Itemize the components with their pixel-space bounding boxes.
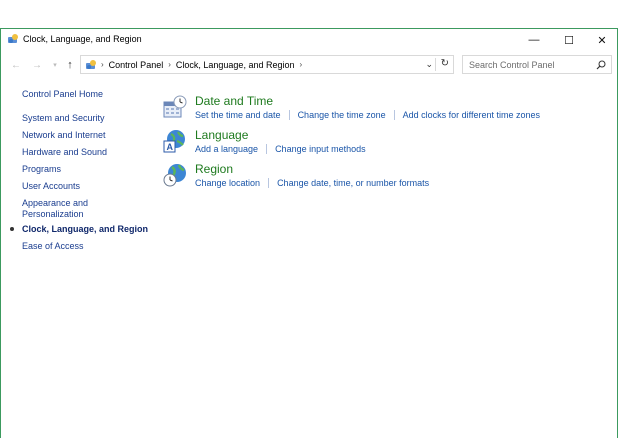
- link-separator: [288, 110, 290, 120]
- address-row: ← → ▾ ↑ › Control Panel › Clock, Languag…: [1, 55, 617, 75]
- language-title[interactable]: Language: [195, 128, 248, 142]
- region-title[interactable]: Region: [195, 162, 233, 176]
- change-formats-link[interactable]: Change date, time, or number formats: [277, 178, 429, 188]
- date-and-time-icon: [163, 95, 187, 118]
- up-arrow-icon[interactable]: ↑: [63, 58, 77, 72]
- search-input[interactable]: Search Control Panel: [462, 55, 612, 74]
- current-item-bullet: [10, 227, 14, 231]
- add-a-language-link[interactable]: Add a language: [195, 144, 258, 154]
- title-bar[interactable]: Clock, Language, and Region — ☐ ✕: [1, 29, 617, 51]
- sidebar-item-programs[interactable]: Programs: [22, 164, 61, 175]
- language-links: Add a language Change input methods: [195, 144, 366, 154]
- link-separator: [268, 178, 270, 188]
- forward-arrow-icon[interactable]: →: [30, 58, 44, 72]
- link-separator: [393, 110, 395, 120]
- maximize-button[interactable]: ☐: [552, 29, 586, 51]
- date-and-time-title[interactable]: Date and Time: [195, 94, 273, 108]
- minimize-button[interactable]: —: [517, 29, 551, 51]
- sidebar-item-user-accounts[interactable]: User Accounts: [22, 181, 80, 192]
- link-separator: [266, 144, 268, 154]
- region-links: Change location Change date, time, or nu…: [195, 178, 429, 188]
- refresh-icon[interactable]: ↻: [441, 58, 449, 69]
- change-location-link[interactable]: Change location: [195, 178, 260, 188]
- address-bar[interactable]: › Control Panel › Clock, Language, and R…: [80, 55, 454, 74]
- sidebar-item-hardware-and-sound[interactable]: Hardware and Sound: [22, 147, 107, 158]
- breadcrumb-separator[interactable]: ›: [299, 60, 302, 70]
- sidebar-item-personalization[interactable]: Personalization: [22, 209, 84, 220]
- breadcrumb-clock-language-region[interactable]: Clock, Language, and Region: [176, 60, 295, 70]
- date-and-time-links: Set the time and date Change the time zo…: [195, 110, 540, 120]
- breadcrumb: › Control Panel › Clock, Language, and R…: [101, 60, 302, 70]
- change-time-zone-link[interactable]: Change the time zone: [298, 110, 386, 120]
- control-panel-window: Clock, Language, and Region — ☐ ✕ ← → ▾ …: [0, 28, 618, 438]
- sidebar-item-appearance-and[interactable]: Appearance and: [22, 198, 88, 209]
- breadcrumb-separator[interactable]: ›: [168, 60, 171, 70]
- sidebar-item-network-and-internet[interactable]: Network and Internet: [22, 130, 106, 141]
- svg-text:A: A: [167, 142, 174, 152]
- close-button[interactable]: ✕: [585, 29, 619, 51]
- address-dropdown-chevron-icon[interactable]: ⌄: [425, 59, 433, 70]
- sidebar-item-system-and-security[interactable]: System and Security: [22, 113, 105, 124]
- sidebar-item-ease-of-access[interactable]: Ease of Access: [22, 241, 84, 252]
- recent-locations-chevron-icon[interactable]: ▾: [48, 58, 62, 72]
- address-divider: [435, 58, 436, 71]
- back-arrow-icon[interactable]: ←: [9, 58, 23, 72]
- control-panel-icon: [86, 60, 96, 69]
- window-title: Clock, Language, and Region: [23, 34, 142, 44]
- region-globe-clock-icon: [163, 164, 186, 187]
- sidebar-item-clock-language-region[interactable]: Clock, Language, and Region: [10, 224, 149, 235]
- search-icon[interactable]: [596, 60, 606, 70]
- breadcrumb-control-panel[interactable]: Control Panel: [109, 60, 164, 70]
- language-globe-icon: A: [163, 130, 185, 153]
- control-panel-icon: [8, 34, 18, 43]
- add-clocks-link[interactable]: Add clocks for different time zones: [403, 110, 540, 120]
- set-time-and-date-link[interactable]: Set the time and date: [195, 110, 281, 120]
- change-input-methods-link[interactable]: Change input methods: [275, 144, 366, 154]
- breadcrumb-separator[interactable]: ›: [101, 60, 104, 70]
- search-placeholder: Search Control Panel: [469, 60, 555, 70]
- sidebar-item-label: Clock, Language, and Region: [22, 224, 149, 234]
- sidebar-item-control-panel-home[interactable]: Control Panel Home: [22, 89, 103, 100]
